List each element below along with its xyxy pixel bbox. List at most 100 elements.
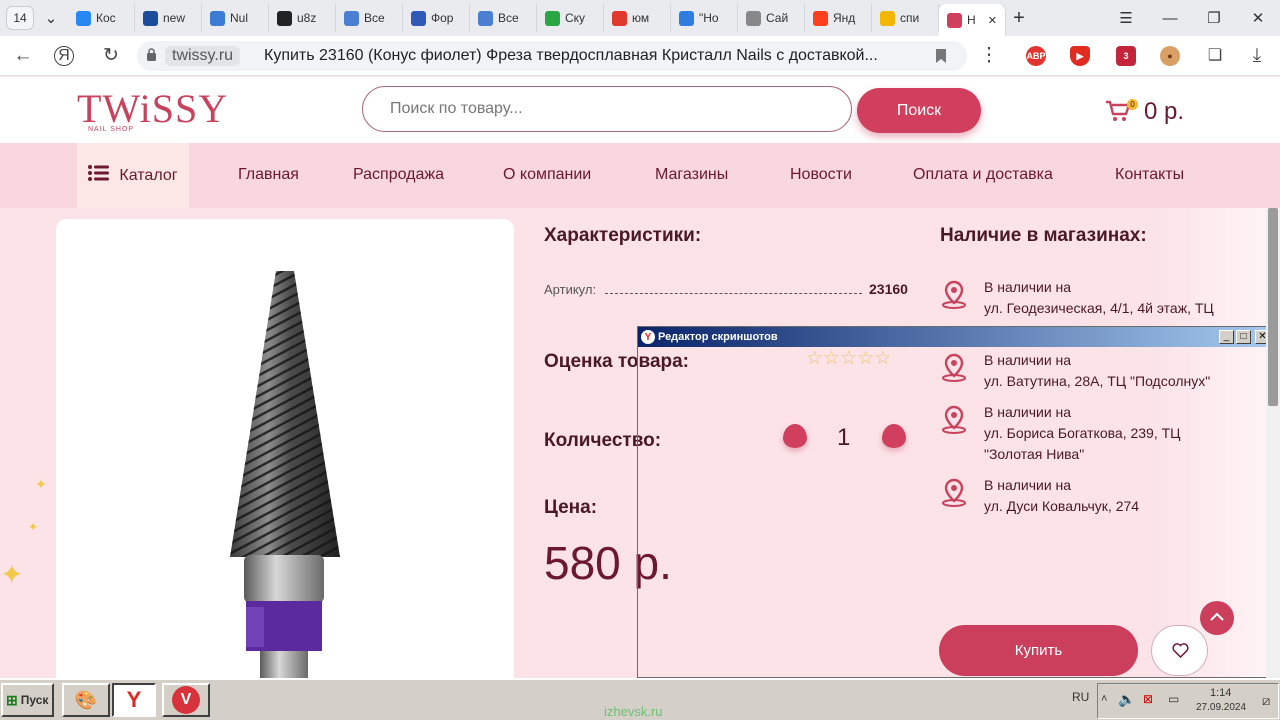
- tab-label: Все: [364, 11, 385, 25]
- minimize-button[interactable]: —: [1148, 10, 1192, 27]
- chart-icon: [143, 10, 158, 26]
- star-icon: [947, 12, 962, 28]
- system-tray: ˄ 🔈 ⊠ ▭ 1:14 27.09.2024 ⧄: [1097, 683, 1279, 719]
- browser-tab[interactable]: Nul: [202, 4, 269, 32]
- lock-icon: [146, 48, 157, 61]
- search-input[interactable]: [362, 86, 852, 132]
- search-button[interactable]: Поиск: [857, 88, 981, 133]
- browser-tab[interactable]: Фор: [403, 4, 470, 32]
- popup-title: Редактор скриншотов: [658, 331, 778, 343]
- nul-icon: [210, 10, 225, 26]
- product-image-card: [56, 219, 514, 697]
- paint-icon[interactable]: 🎨: [62, 683, 110, 717]
- yandex-browser-taskbar-icon[interactable]: Y: [112, 683, 156, 717]
- volume-icon[interactable]: 🔈: [1118, 691, 1135, 708]
- language-indicator[interactable]: RU: [1072, 690, 1089, 704]
- browser-tab[interactable]: юм: [604, 4, 671, 32]
- close-window-button[interactable]: ✕: [1236, 9, 1280, 27]
- menu-item-contacts[interactable]: Контакты: [1115, 166, 1184, 184]
- browser-tab[interactable]: Все: [470, 4, 537, 32]
- yum-icon: [612, 10, 627, 26]
- browser-tab[interactable]: Н ✕: [939, 4, 1006, 36]
- popup-minimize-button[interactable]: _: [1219, 330, 1234, 344]
- start-label: Пуск: [20, 693, 49, 707]
- yandex-button-icon[interactable]: Я: [54, 46, 74, 66]
- catalog-label: Каталог: [119, 166, 178, 184]
- monitor-icon[interactable]: ▭: [1168, 692, 1179, 706]
- vivaldi-taskbar-icon[interactable]: V: [162, 683, 210, 717]
- tabs-dropdown-icon[interactable]: ⌄: [34, 9, 68, 27]
- address-bar: ← Я ↻ twissy.ru Купить 23160 (Конус фиол…: [0, 36, 1280, 76]
- collections-icon[interactable]: ❏: [1202, 44, 1228, 68]
- restore-button[interactable]: ❐: [1192, 9, 1236, 27]
- scrollbar-thumb[interactable]: [1268, 208, 1278, 406]
- download-icon[interactable]: ⤓: [1244, 44, 1270, 68]
- tab-count-button[interactable]: 14: [6, 6, 34, 30]
- shield-extension-icon[interactable]: ▶: [1070, 46, 1090, 66]
- q-icon: [679, 10, 694, 26]
- clock-date[interactable]: 27.09.2024: [1196, 702, 1246, 713]
- tab-label: Янд: [833, 11, 856, 25]
- page-icon: [746, 10, 761, 26]
- menu-item-main[interactable]: Главная: [238, 166, 299, 184]
- menu-item-news[interactable]: Новости: [790, 166, 852, 184]
- browser-tab[interactable]: u8z: [269, 4, 336, 32]
- tab-label: "Но: [699, 11, 719, 25]
- menu-item-about[interactable]: О компании: [503, 166, 591, 184]
- reload-icon[interactable]: ↻: [98, 44, 124, 68]
- popup-titlebar[interactable]: Y Редактор скриншотов: [638, 327, 1273, 347]
- yandex-icon: [813, 10, 828, 26]
- store-item: В наличии на ул. Геодезическая, 4/1, 4й э…: [984, 277, 1214, 319]
- tab-label: Nul: [230, 11, 249, 25]
- browser-tab[interactable]: Янд: [805, 4, 872, 32]
- star-decoration-icon: ✦: [28, 520, 39, 534]
- catalog-button[interactable]: Каталог: [77, 143, 189, 208]
- network-icon[interactable]: ⊠: [1143, 692, 1153, 706]
- popup-maximize-button[interactable]: □: [1236, 330, 1251, 344]
- browser-tab[interactable]: спи: [872, 4, 939, 32]
- url-page-title: Купить 23160 (Конус фиолет) Фреза твердо…: [264, 47, 878, 64]
- browser-tab[interactable]: new: [135, 4, 202, 32]
- location-pin-icon: [940, 280, 968, 310]
- url-box[interactable]: twissy.ru Купить 23160 (Конус фиолет) Фр…: [137, 41, 967, 71]
- site-header: TWiSSY NAIL SHOP Поиск 0 0 р.: [0, 77, 1280, 143]
- browser-tab[interactable]: Кос: [68, 4, 135, 32]
- star-decoration-icon: ✦: [0, 559, 24, 590]
- cart-total[interactable]: 0 р.: [1144, 98, 1184, 126]
- menu-item-sale[interactable]: Распродажа: [353, 166, 444, 184]
- screenshot-editor-window[interactable]: Y Редактор скриншотов _ □ ✕: [637, 326, 1274, 678]
- sun-icon: [880, 10, 895, 26]
- s-icon: [344, 10, 359, 26]
- close-tab-icon[interactable]: ✕: [988, 14, 997, 27]
- tab-label: Все: [498, 11, 519, 25]
- tray-expand-icon[interactable]: ˄: [1101, 693, 1107, 705]
- yandex-icon: Y: [641, 330, 655, 344]
- bookmark-icon[interactable]: [935, 48, 947, 64]
- site-logo[interactable]: TWiSSY: [77, 85, 228, 132]
- url-host: twissy.ru: [165, 46, 241, 66]
- more-options-icon[interactable]: ⋮: [976, 44, 1002, 68]
- menu-item-stores[interactable]: Магазины: [655, 166, 728, 184]
- tab-label: Н: [967, 13, 976, 27]
- adblock-icon[interactable]: ABP: [1026, 46, 1046, 66]
- browser-tab[interactable]: "Но: [671, 4, 738, 32]
- star-icon: [277, 10, 292, 26]
- show-desktop-icon[interactable]: ⧄: [1262, 693, 1270, 709]
- cart-count-badge: 0: [1127, 99, 1138, 110]
- start-button[interactable]: ⊞ Пуск: [1, 683, 54, 717]
- tab-label: Сай: [766, 11, 789, 25]
- back-icon[interactable]: ←: [10, 44, 36, 68]
- browser-tab[interactable]: Все: [336, 4, 403, 32]
- menu-item-payment-delivery[interactable]: Оплата и доставка: [913, 166, 1053, 184]
- ublock-icon[interactable]: 3: [1116, 46, 1136, 66]
- store-status: В наличии на: [984, 279, 1072, 295]
- menu-icon[interactable]: ☰: [1104, 9, 1148, 27]
- browser-tab[interactable]: Сай: [738, 4, 805, 32]
- cookie-icon[interactable]: ●: [1160, 46, 1180, 66]
- windows-logo-icon: ⊞: [6, 691, 18, 708]
- clock-time[interactable]: 1:14: [1210, 687, 1231, 699]
- vk-icon: [76, 10, 91, 26]
- browser-tab[interactable]: Ску: [537, 4, 604, 32]
- new-tab-button[interactable]: +: [1006, 7, 1032, 30]
- product-image: [230, 271, 340, 697]
